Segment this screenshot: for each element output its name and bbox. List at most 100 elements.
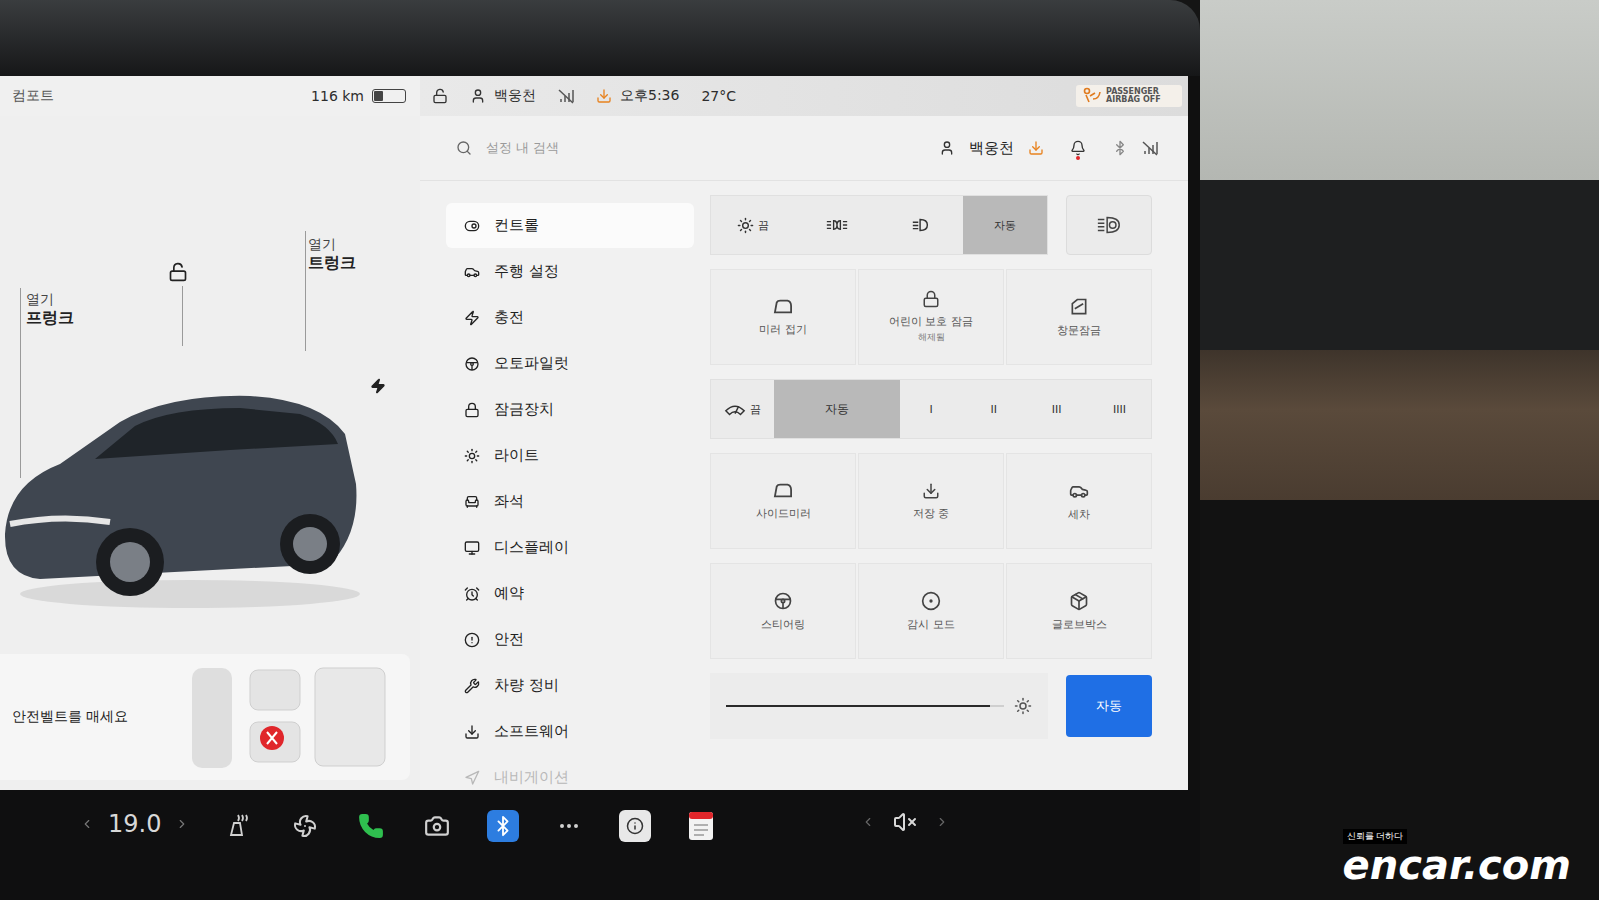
search-row: 설정 내 검색 백웅천 bbox=[420, 116, 1188, 180]
main: 열기트렁크열기프렁크안전벨트를 매세요설정 내 검색백웅천컨트롤주행 설정충전오… bbox=[0, 116, 1188, 790]
control-tile[interactable]: 창문잠금 bbox=[1006, 269, 1152, 365]
bluetooth-icon[interactable] bbox=[1112, 140, 1128, 156]
chevron-right-icon[interactable] bbox=[175, 817, 189, 831]
tile-row: 미러 접기어린이 보호 잠금해제됨창문잠금 bbox=[710, 269, 1152, 365]
headlight-option[interactable]: 자동 bbox=[963, 196, 1047, 254]
slider-track bbox=[726, 705, 1004, 707]
low-beam-icon bbox=[911, 217, 931, 233]
sidebar-item[interactable]: 안전 bbox=[446, 617, 694, 662]
door-lock-button[interactable] bbox=[168, 262, 188, 286]
profile-name[interactable]: 백웅천 bbox=[969, 139, 1014, 158]
control-tile[interactable]: 저장 중 bbox=[858, 453, 1004, 549]
wiper-option[interactable]: 자동 bbox=[774, 380, 900, 438]
dashboard bbox=[1200, 180, 1599, 350]
airbag-text: PASSENGER AIRBAG OFF bbox=[1106, 88, 1176, 105]
headlight-option[interactable]: 끔 bbox=[711, 196, 795, 254]
sidebar-item[interactable]: 오토파일럿 bbox=[446, 341, 694, 386]
driver-profile[interactable]: 백웅천 bbox=[470, 87, 536, 105]
page: 컴포트116 km백웅천오후5:3627°CPASSENGER AIRBAG O… bbox=[0, 0, 1599, 900]
wood-trim bbox=[1200, 350, 1599, 500]
charge-port-button[interactable] bbox=[370, 378, 386, 398]
control-tile[interactable]: 감시 모드 bbox=[858, 563, 1004, 659]
calendar-icon bbox=[688, 811, 714, 841]
car-interior bbox=[1200, 0, 1599, 900]
wiper-option[interactable]: II bbox=[962, 380, 1025, 438]
bluetooth-icon bbox=[492, 815, 514, 837]
top-bezel bbox=[0, 0, 1200, 76]
windshield-view bbox=[1200, 0, 1599, 180]
sidebar-item[interactable]: 좌석 bbox=[446, 479, 694, 524]
mute-icon[interactable] bbox=[893, 810, 917, 834]
manual-button[interactable] bbox=[619, 810, 651, 842]
menu-icon bbox=[464, 494, 480, 510]
auto-brightness-button[interactable]: 자동 bbox=[1066, 675, 1152, 737]
status-right: 백웅천오후5:3627°CPASSENGER AIRBAG OFF bbox=[420, 76, 1188, 116]
menu-icon bbox=[464, 264, 480, 280]
steering-wheel-icon bbox=[773, 591, 793, 611]
auto-high-beam-button[interactable] bbox=[1066, 195, 1152, 255]
volume-control[interactable] bbox=[861, 810, 949, 834]
chevron-right-icon[interactable] bbox=[935, 815, 949, 829]
camera-button[interactable] bbox=[421, 810, 453, 842]
sidebar-item[interactable]: 소프트웨어 bbox=[446, 709, 694, 754]
control-tile[interactable]: 글로브박스 bbox=[1006, 563, 1152, 659]
chevron-left-icon[interactable] bbox=[80, 817, 94, 831]
user-icon bbox=[470, 88, 486, 104]
watermark-brand: encar.com bbox=[1343, 844, 1571, 886]
frunk-button[interactable]: 열기프렁크 bbox=[26, 291, 74, 327]
sidebar-item[interactable]: 잠금장치 bbox=[446, 387, 694, 432]
more-button[interactable] bbox=[553, 810, 585, 842]
sidebar-item[interactable]: 라이트 bbox=[446, 433, 694, 478]
headlight-option[interactable] bbox=[795, 196, 879, 254]
frunk-line bbox=[20, 288, 21, 478]
wiper-option[interactable]: 끔 bbox=[711, 380, 774, 438]
settings-panel: 설정 내 검색 백웅천컨트롤주행 설정충전오토파일럿잠금장치라이트좌석디스플레이예… bbox=[420, 116, 1188, 790]
sidebar-item[interactable]: 내비게이션 bbox=[446, 755, 694, 790]
child-lock-icon bbox=[922, 290, 940, 308]
driver-name: 백웅천 bbox=[494, 87, 536, 105]
sidebar-item[interactable]: 예약 bbox=[446, 571, 694, 616]
unlock-icon bbox=[168, 262, 188, 282]
phone-button[interactable] bbox=[355, 810, 387, 842]
sidebar-item[interactable]: 컨트롤 bbox=[446, 203, 694, 248]
brightness-slider[interactable] bbox=[710, 673, 1048, 739]
wiper-option[interactable]: III bbox=[1025, 380, 1088, 438]
sidebar-item[interactable]: 차량 정비 bbox=[446, 663, 694, 708]
calendar-button[interactable] bbox=[685, 810, 717, 842]
climate-control[interactable]: 19.0 bbox=[80, 810, 189, 838]
control-tile[interactable]: 어린이 보호 잠금해제됨 bbox=[858, 269, 1004, 365]
control-tile[interactable]: 사이드미러 bbox=[710, 453, 856, 549]
side-mirror-icon bbox=[772, 482, 794, 500]
wiper-option[interactable]: IIII bbox=[1088, 380, 1151, 438]
cabin-temperature: 19.0 bbox=[108, 810, 161, 838]
defrost-button[interactable] bbox=[289, 810, 321, 842]
door-line bbox=[182, 286, 183, 346]
airbag-off-icon bbox=[1082, 87, 1102, 105]
bell-icon bbox=[1070, 140, 1086, 156]
sidebar-item[interactable]: 디스플레이 bbox=[446, 525, 694, 570]
bluetooth-button[interactable] bbox=[487, 810, 519, 842]
trunk-button[interactable]: 열기트렁크 bbox=[308, 236, 356, 272]
menu-icon bbox=[464, 402, 480, 418]
clock: 오후5:36 bbox=[620, 87, 679, 105]
seat-heater-button[interactable] bbox=[223, 810, 255, 842]
control-tile[interactable]: 세차 bbox=[1006, 453, 1152, 549]
notification-button[interactable] bbox=[1070, 140, 1086, 156]
unlock-icon[interactable] bbox=[432, 88, 448, 104]
headlight-option[interactable] bbox=[879, 196, 963, 254]
steering-wheel-icon bbox=[464, 356, 480, 372]
control-tile[interactable]: 미러 접기 bbox=[710, 269, 856, 365]
controls: 끔자동미러 접기어린이 보호 잠금해제됨창문잠금끔자동IIIIIIIIII사이드… bbox=[710, 181, 1188, 790]
sidebar-item[interactable]: 주행 설정 bbox=[446, 249, 694, 294]
screen-column: 컴포트116 km백웅천오후5:3627°CPASSENGER AIRBAG O… bbox=[0, 0, 1200, 900]
airbag-badge: PASSENGER AIRBAG OFF bbox=[1076, 85, 1182, 107]
search-field[interactable]: 설정 내 검색 bbox=[486, 139, 925, 157]
wiper-icon bbox=[724, 401, 746, 417]
tile-row: 사이드미러저장 중세차 bbox=[710, 453, 1152, 549]
download-icon[interactable] bbox=[1028, 140, 1044, 156]
watermark-tagline: 신뢰를 더하다 bbox=[1343, 829, 1408, 844]
control-tile[interactable]: 스티어링 bbox=[710, 563, 856, 659]
sidebar-item[interactable]: 충전 bbox=[446, 295, 694, 340]
wiper-option[interactable]: I bbox=[900, 380, 963, 438]
chevron-left-icon[interactable] bbox=[861, 815, 875, 829]
